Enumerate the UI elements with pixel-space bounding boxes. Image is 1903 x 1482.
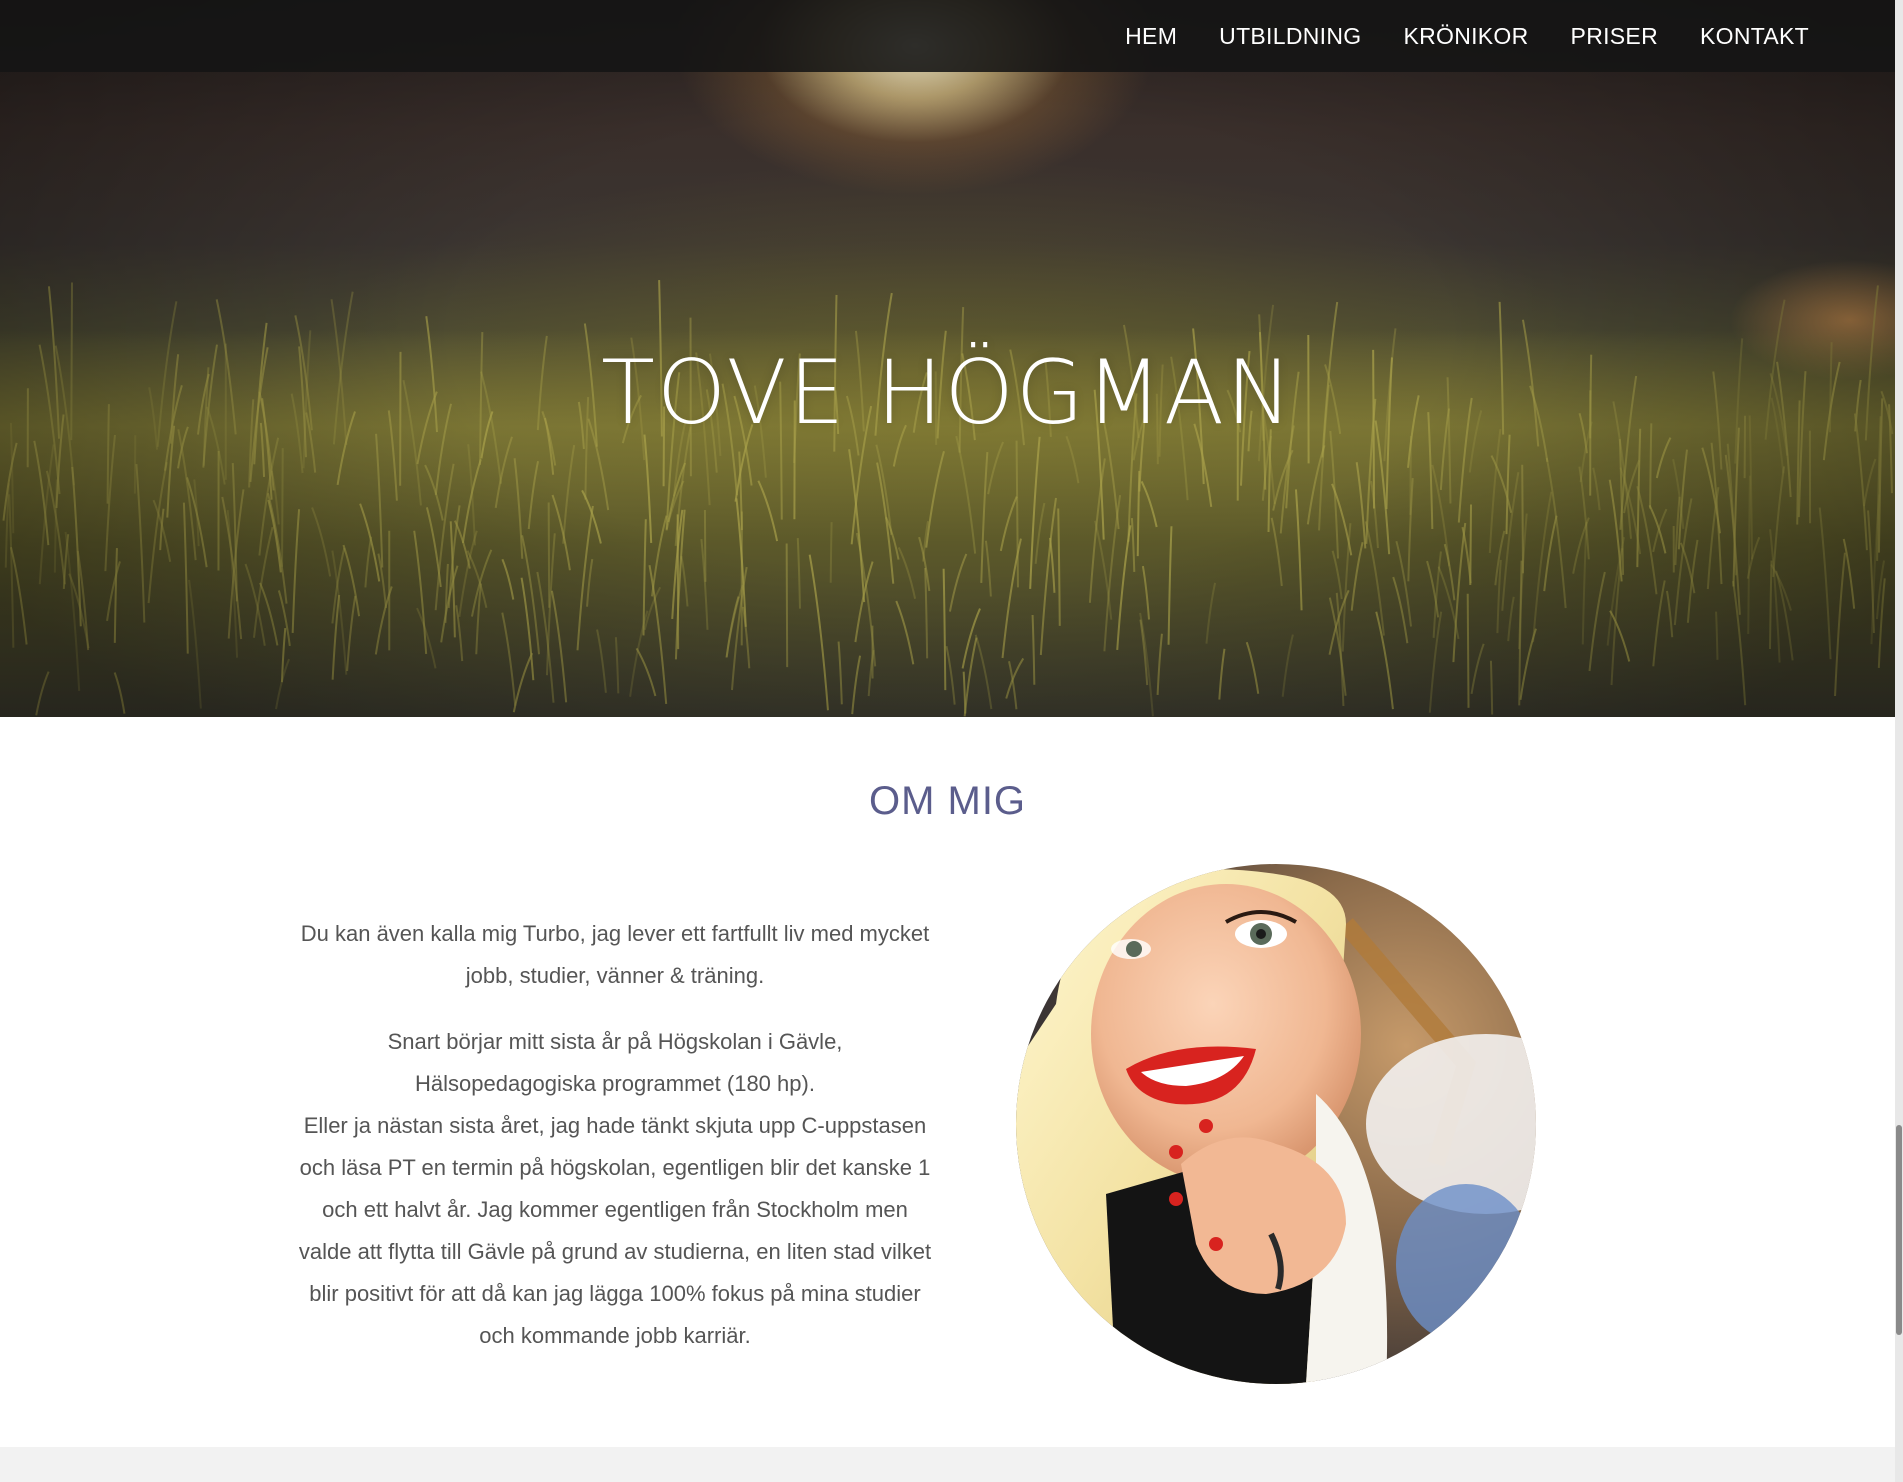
about-text-line: Eller ja nästan sista året, jag hade tän…: [303, 1113, 927, 1138]
nav-item-kronikor[interactable]: KRÖNIKOR: [1403, 23, 1528, 49]
about-text-line: blir positivt för att då kan jag lägga 1…: [309, 1281, 921, 1306]
about-text: Du kan även kalla mig Turbo, jag lever e…: [270, 913, 960, 1357]
hero-title: TOVE HÖGMAN: [601, 340, 1294, 444]
nav-item-kontakt[interactable]: KONTAKT: [1700, 23, 1809, 49]
about-text-line: Du kan även kalla mig Turbo, jag lever e…: [300, 921, 930, 946]
about-text-line: Snart börjar mitt sista år på Högskolan …: [387, 1029, 843, 1054]
footer-strip: [0, 1447, 1895, 1482]
top-navbar: HEM UTBILDNING KRÖNIKOR PRISER KONTAKT: [0, 0, 1895, 72]
about-heading: OM MIG: [868, 779, 1027, 823]
about-paragraph-2: Snart börjar mitt sista år på Högskolan …: [270, 1021, 960, 1357]
about-section: OM MIG Du kan även kalla mig Turbo, jag …: [0, 717, 1895, 1447]
hero-banner: TOVE HÖGMAN: [0, 0, 1895, 717]
portrait-photo: [1016, 864, 1536, 1384]
page-scrollbar[interactable]: [1895, 0, 1903, 1482]
scrollbar-thumb[interactable]: [1896, 1125, 1902, 1335]
profile-portrait: [1016, 864, 1536, 1384]
grass-background-image: [0, 280, 1895, 717]
about-text-line: Hälsopedagogiska programmet (180 hp).: [415, 1071, 815, 1096]
about-text-line: och läsa PT en termin på högskolan, egen…: [299, 1155, 931, 1180]
nav-item-utbildning[interactable]: UTBILDNING: [1219, 23, 1361, 49]
about-text-line: jobb, studier, vänner & träning.: [465, 963, 765, 988]
about-text-line: valde att flytta till Gävle på grund av …: [298, 1239, 932, 1264]
nav-item-hem[interactable]: HEM: [1125, 23, 1177, 49]
nav-menu: HEM UTBILDNING KRÖNIKOR PRISER KONTAKT: [1083, 0, 1809, 72]
about-paragraph-1: Du kan även kalla mig Turbo, jag lever e…: [270, 913, 960, 997]
about-text-line: och kommande jobb karriär.: [479, 1323, 751, 1348]
about-text-line: och ett halvt år. Jag kommer egentligen …: [322, 1197, 908, 1222]
nav-item-priser[interactable]: PRISER: [1571, 23, 1658, 49]
page: TOVE HÖGMAN HEM UTBILDNING KRÖNIKOR PRIS…: [0, 0, 1903, 1482]
